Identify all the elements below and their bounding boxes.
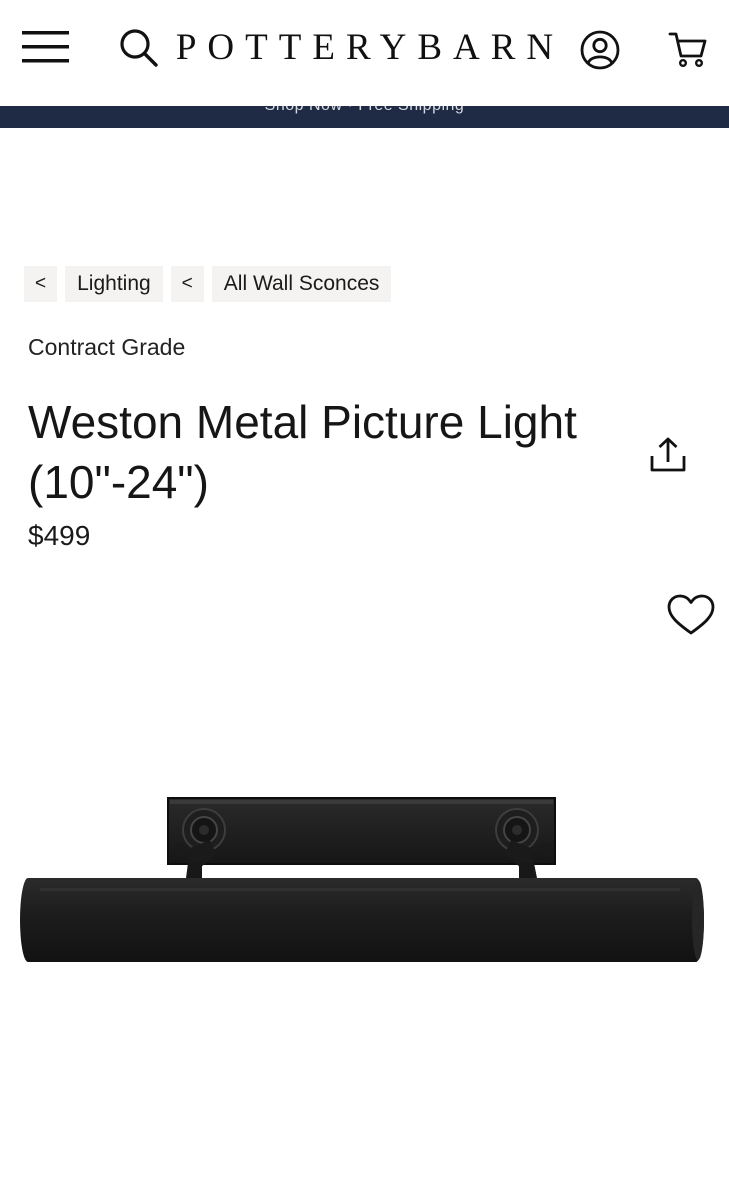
account-icon[interactable] [580, 30, 620, 70]
breadcrumb-back-chevron[interactable]: < [24, 266, 58, 302]
product-title: Weston Metal Picture Light (10"-24") [28, 396, 577, 508]
cart-icon[interactable] [668, 30, 708, 68]
heart-icon[interactable] [667, 594, 715, 636]
share-icon[interactable] [649, 436, 687, 474]
breadcrumb-link-lighting[interactable]: Lighting [65, 266, 163, 302]
breadcrumb-back-chevron[interactable]: < [170, 266, 204, 302]
product-image[interactable] [0, 770, 729, 990]
brand-logo[interactable]: POTTERYBARN [150, 28, 590, 68]
product-price: $499 [28, 520, 91, 551]
breadcrumb: < Lighting < All Wall Sconces [24, 266, 392, 302]
promo-text: Shop Now · Free Shipping [0, 106, 729, 115]
site-header: POTTERYBARN [0, 0, 729, 106]
hamburger-menu-icon[interactable] [22, 30, 70, 64]
promo-banner[interactable]: Shop Now · Free Shipping [0, 106, 729, 128]
product-eyebrow: Contract Grade [28, 334, 186, 360]
breadcrumb-link-all-wall-sconces[interactable]: All Wall Sconces [211, 266, 392, 302]
